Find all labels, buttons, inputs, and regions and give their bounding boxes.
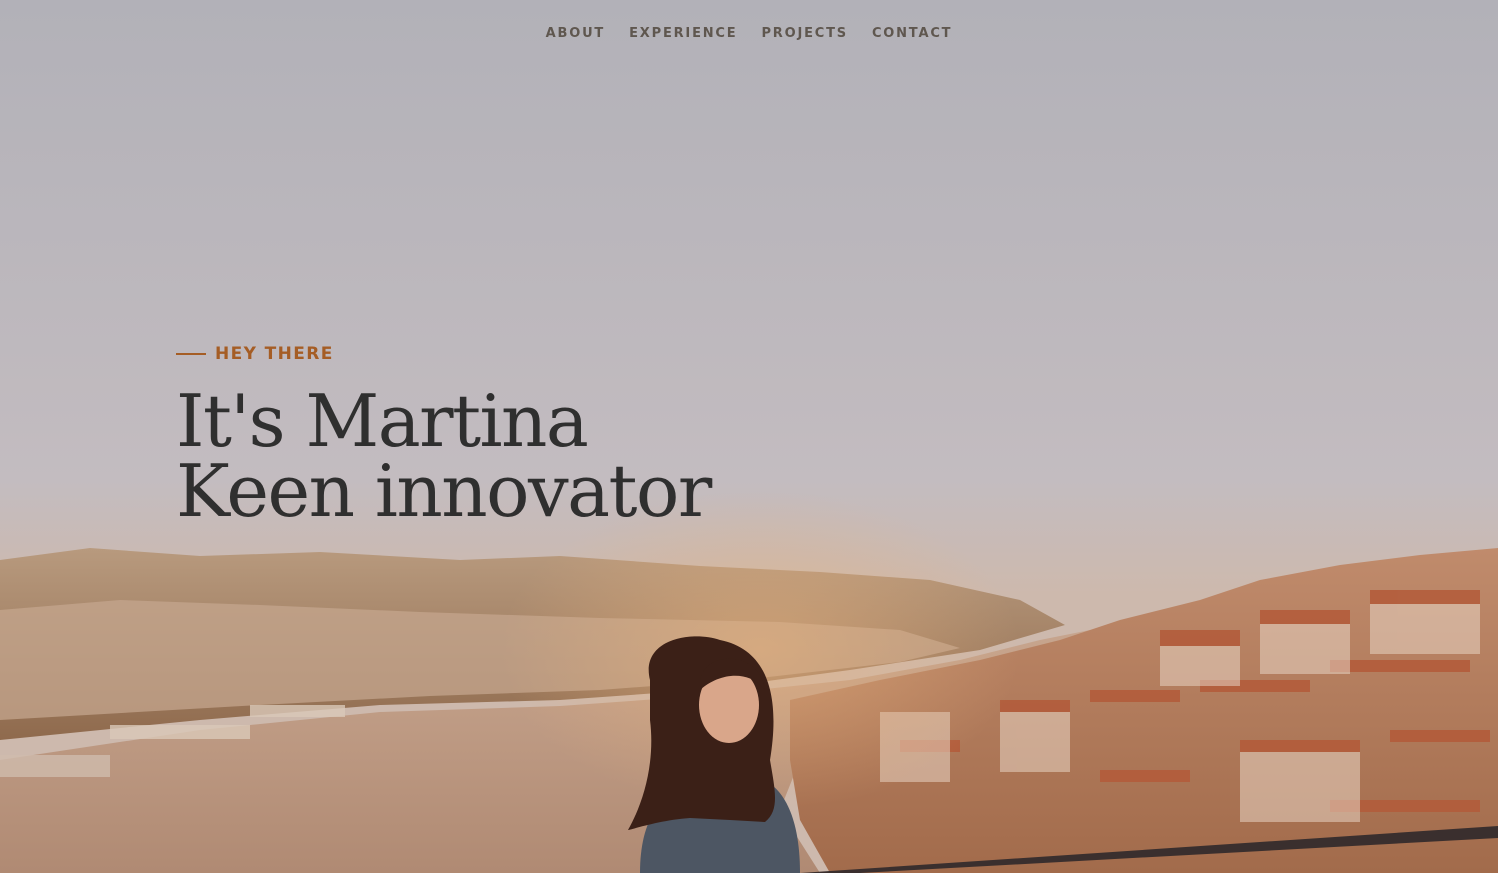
hero-intro: HEY THERE It's Martina Keen innovator (176, 340, 712, 533)
headline-line-1: It's Martina (176, 379, 589, 463)
eyebrow-text: HEY THERE (215, 344, 334, 364)
nav-link-experience[interactable]: EXPERIENCE (629, 24, 737, 44)
hero-headline: It's Martina Keen innovator (176, 379, 712, 533)
hero-section: ABOUT EXPERIENCE PROJECTS CONTACT HEY TH… (0, 0, 1498, 873)
nav-link-projects[interactable]: PROJECTS (761, 24, 847, 44)
eyebrow: HEY THERE (176, 340, 711, 368)
eyebrow-line (176, 353, 206, 355)
nav-link-about[interactable]: ABOUT (546, 24, 605, 44)
nav-link-contact[interactable]: CONTACT (872, 24, 952, 44)
main-nav: ABOUT EXPERIENCE PROJECTS CONTACT (0, 24, 1498, 44)
headline-line-2: Keen innovator (176, 449, 712, 533)
